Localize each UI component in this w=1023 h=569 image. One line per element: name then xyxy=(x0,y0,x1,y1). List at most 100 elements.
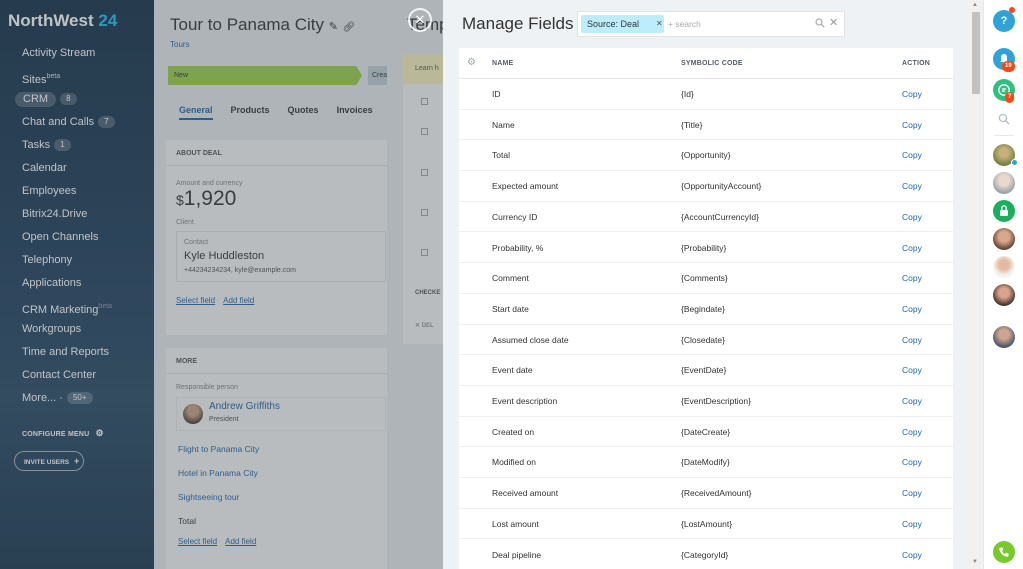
copy-link[interactable]: Copy xyxy=(902,519,922,529)
symbolic-code: {Title} xyxy=(681,119,703,130)
gear-icon[interactable]: ⚙ xyxy=(467,57,476,68)
close-icon: ✕ xyxy=(414,12,426,27)
status-dot xyxy=(1011,159,1018,166)
symbolic-code: {LostAmount} xyxy=(681,518,733,529)
field-name: Lost amount xyxy=(492,518,539,529)
right-bar: ? 19 7 xyxy=(983,0,1023,569)
field-name: Event date xyxy=(492,365,533,376)
chat-count-badge: 7 xyxy=(1005,92,1015,103)
scroll-down-arrow[interactable]: ▼ xyxy=(972,559,978,565)
search-input[interactable]: + search xyxy=(668,19,701,29)
field-name: Name xyxy=(492,119,515,130)
field-name: Event description xyxy=(492,396,558,406)
table-header: ⚙ NAME SYMBOLIC CODE ACTION xyxy=(459,48,953,79)
table-row: Event description {EventDescription} Copy xyxy=(459,386,953,417)
field-name: Comment xyxy=(492,273,529,284)
symbolic-code: {OpportunityAccount} xyxy=(681,181,762,192)
lock-icon[interactable] xyxy=(993,200,1015,222)
table-row: Total {Opportunity} Copy xyxy=(459,140,953,172)
copy-link[interactable]: Copy xyxy=(902,304,922,314)
symbolic-code: {Probability} xyxy=(681,242,727,253)
avatar[interactable] xyxy=(993,172,1015,194)
filter-chip-label: Source: Deal xyxy=(587,19,640,29)
fields-table: ⚙ NAME SYMBOLIC CODE ACTION ID {Id} Copy Na… xyxy=(459,48,953,569)
field-name: Modified on xyxy=(492,457,536,468)
avatar[interactable] xyxy=(993,326,1015,348)
filter-search-box[interactable]: Source: Deal ✕ + search ✕ xyxy=(577,11,845,37)
column-action: ACTION xyxy=(902,60,931,67)
table-row: Start date {Begindate} Copy xyxy=(459,294,953,325)
symbolic-code: {DateModify} xyxy=(681,457,730,468)
scroll-up-arrow[interactable]: ▲ xyxy=(972,2,978,8)
copy-link[interactable]: Copy xyxy=(902,89,922,99)
help-glyph: ? xyxy=(1000,15,1008,27)
table-row: Received amount {ReceivedAmount} Copy xyxy=(459,478,953,509)
symbolic-code: {EventDescription} xyxy=(681,396,751,406)
field-name: Start date xyxy=(492,303,529,314)
column-name[interactable]: NAME xyxy=(492,60,513,67)
copy-link[interactable]: Copy xyxy=(902,181,922,191)
table-row: Comment {Comments} Copy xyxy=(459,263,953,294)
avatar[interactable] xyxy=(993,228,1015,250)
table-row: Created on {DateCreate} Copy xyxy=(459,417,953,448)
help-dot xyxy=(1009,7,1015,13)
copy-link[interactable]: Copy xyxy=(902,120,922,130)
table-row: Event date {EventDate} Copy xyxy=(459,355,953,386)
symbolic-code: {AccountCurrencyId} xyxy=(681,211,759,222)
search-icon[interactable] xyxy=(815,18,825,28)
search-icon[interactable] xyxy=(998,113,1010,125)
remove-filter-icon[interactable]: ✕ xyxy=(656,15,663,33)
symbolic-code: {Comments} xyxy=(681,273,728,284)
help-icon[interactable]: ? xyxy=(993,10,1015,32)
symbolic-code: {Opportunity} xyxy=(681,150,731,161)
symbolic-code: {DateCreate} xyxy=(681,426,731,437)
symbolic-code: {Begindate} xyxy=(681,303,725,314)
overlay xyxy=(154,0,443,569)
column-symbolic-code[interactable]: SYMBOLIC CODE xyxy=(681,60,743,67)
close-slider-button[interactable]: ✕ xyxy=(408,8,432,32)
overlay-sidebar xyxy=(0,0,154,569)
field-name: Deal pipeline xyxy=(492,549,542,560)
table-row: Name {Title} Copy xyxy=(459,110,953,141)
notification-count-badge: 19 xyxy=(1002,61,1015,72)
copy-link[interactable]: Copy xyxy=(902,427,922,437)
copy-link[interactable]: Copy xyxy=(902,212,922,222)
field-name: Probability, % xyxy=(492,242,544,253)
copy-link[interactable]: Copy xyxy=(902,550,922,560)
field-name: Received amount xyxy=(492,488,559,499)
panel-title: Manage Fields xyxy=(462,14,574,33)
field-name: Expected amount xyxy=(492,181,559,192)
table-row: Assumed close date {Closedate} Copy xyxy=(459,325,953,356)
copy-link[interactable]: Copy xyxy=(902,273,922,283)
copy-link[interactable]: Copy xyxy=(902,243,922,253)
table-row: Lost amount {LostAmount} Copy xyxy=(459,509,953,540)
phone-icon[interactable] xyxy=(993,541,1015,563)
field-name: ID xyxy=(492,89,501,99)
copy-link[interactable]: Copy xyxy=(902,150,922,160)
table-row: Currency ID {AccountCurrencyId} Copy xyxy=(459,202,953,233)
clear-search-icon[interactable]: ✕ xyxy=(829,16,838,29)
copy-link[interactable]: Copy xyxy=(902,488,922,498)
copy-link[interactable]: Copy xyxy=(902,457,922,467)
copy-link[interactable]: Copy xyxy=(902,396,922,406)
field-name: Assumed close date xyxy=(492,334,569,345)
manage-fields-panel: Manage Fields Source: Deal ✕ + search ✕ ⚙… xyxy=(443,0,983,569)
copy-link[interactable]: Copy xyxy=(902,365,922,375)
avatar[interactable] xyxy=(993,256,1015,278)
field-name: Total xyxy=(492,150,510,161)
avatar[interactable] xyxy=(993,284,1015,306)
table-row: ID {Id} Copy xyxy=(459,79,953,110)
filter-chip[interactable]: Source: Deal ✕ xyxy=(581,15,664,33)
divider xyxy=(994,135,1014,136)
symbolic-code: {ReceivedAmount} xyxy=(681,488,752,499)
table-row: Deal pipeline {CategoryId} Copy xyxy=(459,540,953,569)
symbolic-code: {EventDate} xyxy=(681,365,727,376)
scrollbar-thumb[interactable] xyxy=(972,12,980,94)
table-row: Modified on {DateModify} Copy xyxy=(459,447,953,479)
table-row: Expected amount {OpportunityAccount} Copy xyxy=(459,171,953,202)
copy-link[interactable]: Copy xyxy=(902,335,922,345)
field-name: Currency ID xyxy=(492,211,538,222)
field-name: Created on xyxy=(492,426,535,437)
symbolic-code: {Closedate} xyxy=(681,334,725,345)
table-row: Probability, % {Probability} Copy xyxy=(459,233,953,264)
